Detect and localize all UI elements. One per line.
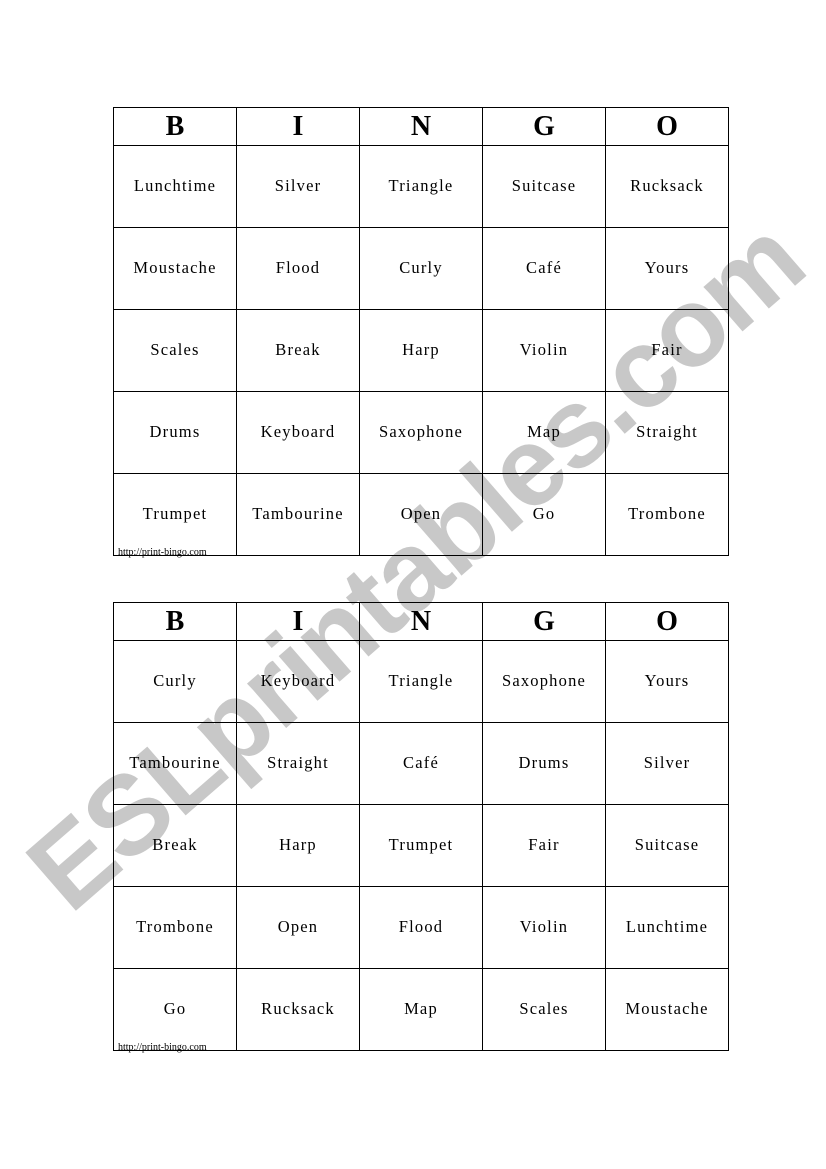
bingo-cell: Triangle bbox=[359, 640, 483, 723]
bingo-cell: Rucksack bbox=[236, 968, 360, 1051]
bingo-cell: Straight bbox=[236, 722, 360, 805]
header-cell: B bbox=[113, 602, 237, 641]
bingo-cell: Silver bbox=[605, 722, 729, 805]
bingo-cell: Saxophone bbox=[482, 640, 606, 723]
bingo-card-1: B I N G O Lunchtime Silver Triangle Suit… bbox=[113, 107, 729, 556]
bingo-cell: Open bbox=[236, 886, 360, 969]
header-cell: G bbox=[482, 602, 606, 641]
bingo-cell: Violin bbox=[482, 309, 606, 392]
bingo-cell: Open bbox=[359, 473, 483, 556]
bingo-cell: Suitcase bbox=[605, 804, 729, 887]
header-cell: N bbox=[359, 602, 483, 641]
bingo-cell: Trombone bbox=[605, 473, 729, 556]
header-row: B I N G O bbox=[113, 602, 729, 641]
bingo-cell: Flood bbox=[236, 227, 360, 310]
bingo-cell: Harp bbox=[236, 804, 360, 887]
bingo-cell: Keyboard bbox=[236, 640, 360, 723]
table-row: Break Harp Trumpet Fair Suitcase bbox=[113, 804, 729, 887]
bingo-cell: Café bbox=[359, 722, 483, 805]
table-row: Tambourine Straight Café Drums Silver bbox=[113, 722, 729, 805]
header-cell: O bbox=[605, 107, 729, 146]
bingo-cell: Break bbox=[113, 804, 237, 887]
table-row: Trumpet Tambourine Open Go Trombone bbox=[113, 473, 729, 556]
bingo-cell: Scales bbox=[482, 968, 606, 1051]
credit-link[interactable]: http://print-bingo.com bbox=[118, 1042, 207, 1053]
bingo-cell: Drums bbox=[482, 722, 606, 805]
bingo-cell: Curly bbox=[359, 227, 483, 310]
table-row: Curly Keyboard Triangle Saxophone Yours bbox=[113, 640, 729, 723]
bingo-cell: Moustache bbox=[113, 227, 237, 310]
bingo-cell: Silver bbox=[236, 145, 360, 228]
table-row: Trombone Open Flood Violin Lunchtime bbox=[113, 886, 729, 969]
bingo-cell: Saxophone bbox=[359, 391, 483, 474]
header-cell: B bbox=[113, 107, 237, 146]
bingo-cell: Flood bbox=[359, 886, 483, 969]
bingo-cell: Yours bbox=[605, 640, 729, 723]
bingo-cell: Tambourine bbox=[113, 722, 237, 805]
bingo-cell: Rucksack bbox=[605, 145, 729, 228]
bingo-cell: Curly bbox=[113, 640, 237, 723]
bingo-cell: Straight bbox=[605, 391, 729, 474]
bingo-cell: Drums bbox=[113, 391, 237, 474]
header-cell: I bbox=[236, 602, 360, 641]
bingo-cell: Harp bbox=[359, 309, 483, 392]
header-cell: I bbox=[236, 107, 360, 146]
header-cell: O bbox=[605, 602, 729, 641]
bingo-cell: Break bbox=[236, 309, 360, 392]
bingo-cell: Go bbox=[113, 968, 237, 1051]
table-row: Lunchtime Silver Triangle Suitcase Rucks… bbox=[113, 145, 729, 228]
bingo-card-2: B I N G O Curly Keyboard Triangle Saxoph… bbox=[113, 602, 729, 1051]
bingo-cell: Fair bbox=[482, 804, 606, 887]
bingo-cell: Triangle bbox=[359, 145, 483, 228]
credit-link[interactable]: http://print-bingo.com bbox=[118, 547, 207, 558]
bingo-cell: Lunchtime bbox=[113, 145, 237, 228]
bingo-cell: Trumpet bbox=[359, 804, 483, 887]
bingo-cell: Trumpet bbox=[113, 473, 237, 556]
bingo-cell: Tambourine bbox=[236, 473, 360, 556]
header-cell: N bbox=[359, 107, 483, 146]
bingo-cell: Keyboard bbox=[236, 391, 360, 474]
table-row: Drums Keyboard Saxophone Map Straight bbox=[113, 391, 729, 474]
bingo-cell: Scales bbox=[113, 309, 237, 392]
bingo-cell: Violin bbox=[482, 886, 606, 969]
header-cell: G bbox=[482, 107, 606, 146]
bingo-cell: Café bbox=[482, 227, 606, 310]
bingo-cell: Map bbox=[359, 968, 483, 1051]
bingo-cell: Suitcase bbox=[482, 145, 606, 228]
bingo-cell: Trombone bbox=[113, 886, 237, 969]
bingo-cell: Fair bbox=[605, 309, 729, 392]
bingo-cell: Moustache bbox=[605, 968, 729, 1051]
header-row: B I N G O bbox=[113, 107, 729, 146]
bingo-cell: Lunchtime bbox=[605, 886, 729, 969]
bingo-cell: Go bbox=[482, 473, 606, 556]
bingo-cell: Map bbox=[482, 391, 606, 474]
table-row: Go Rucksack Map Scales Moustache bbox=[113, 968, 729, 1051]
table-row: Moustache Flood Curly Café Yours bbox=[113, 227, 729, 310]
bingo-cell: Yours bbox=[605, 227, 729, 310]
table-row: Scales Break Harp Violin Fair bbox=[113, 309, 729, 392]
